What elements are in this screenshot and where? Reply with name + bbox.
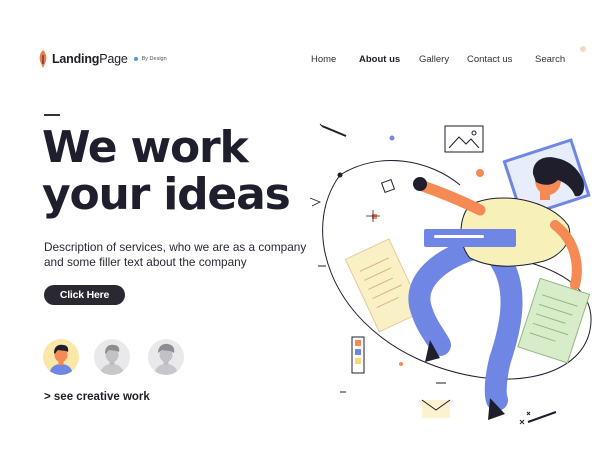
person-avatar-icon: [100, 344, 124, 375]
nav-gallery[interactable]: Gallery: [419, 54, 449, 65]
brand-tagline: By Design: [141, 56, 167, 62]
nav-home[interactable]: Home: [311, 54, 336, 65]
person-avatar-icon: [154, 343, 178, 375]
brand-dot: [133, 57, 138, 61]
avatar-gray-2[interactable]: [148, 339, 184, 375]
hero-headline: We work your ideas: [42, 122, 291, 220]
person-flying-with-papers-illustration: [309, 123, 592, 425]
click-here-button[interactable]: Click Here: [44, 285, 125, 305]
nav-contact-us[interactable]: Contact us: [467, 54, 512, 65]
headline-line-2: your ideas: [42, 169, 291, 220]
pen-nib-icon: [39, 50, 47, 68]
description-line-2: and some filler text about the company: [44, 255, 247, 269]
decorative-dot: [580, 46, 586, 52]
nav-search[interactable]: Search: [535, 54, 565, 65]
headline-dash: [44, 114, 60, 116]
nav-about-us[interactable]: About us: [359, 54, 400, 65]
person-avatar-icon: [49, 344, 73, 375]
brand-logo[interactable]: LandingPage By Design: [38, 50, 167, 68]
avatar-colored[interactable]: [43, 339, 79, 375]
see-creative-work-link[interactable]: > see creative work: [44, 391, 150, 403]
description-line-1: Description of services, who we are as a…: [44, 240, 307, 254]
hero-description: Description of services, who we are as a…: [44, 240, 344, 270]
headline-line-1: We work: [42, 122, 249, 173]
brand-name: LandingPage: [52, 52, 128, 66]
avatar-gray-1[interactable]: [94, 339, 130, 375]
